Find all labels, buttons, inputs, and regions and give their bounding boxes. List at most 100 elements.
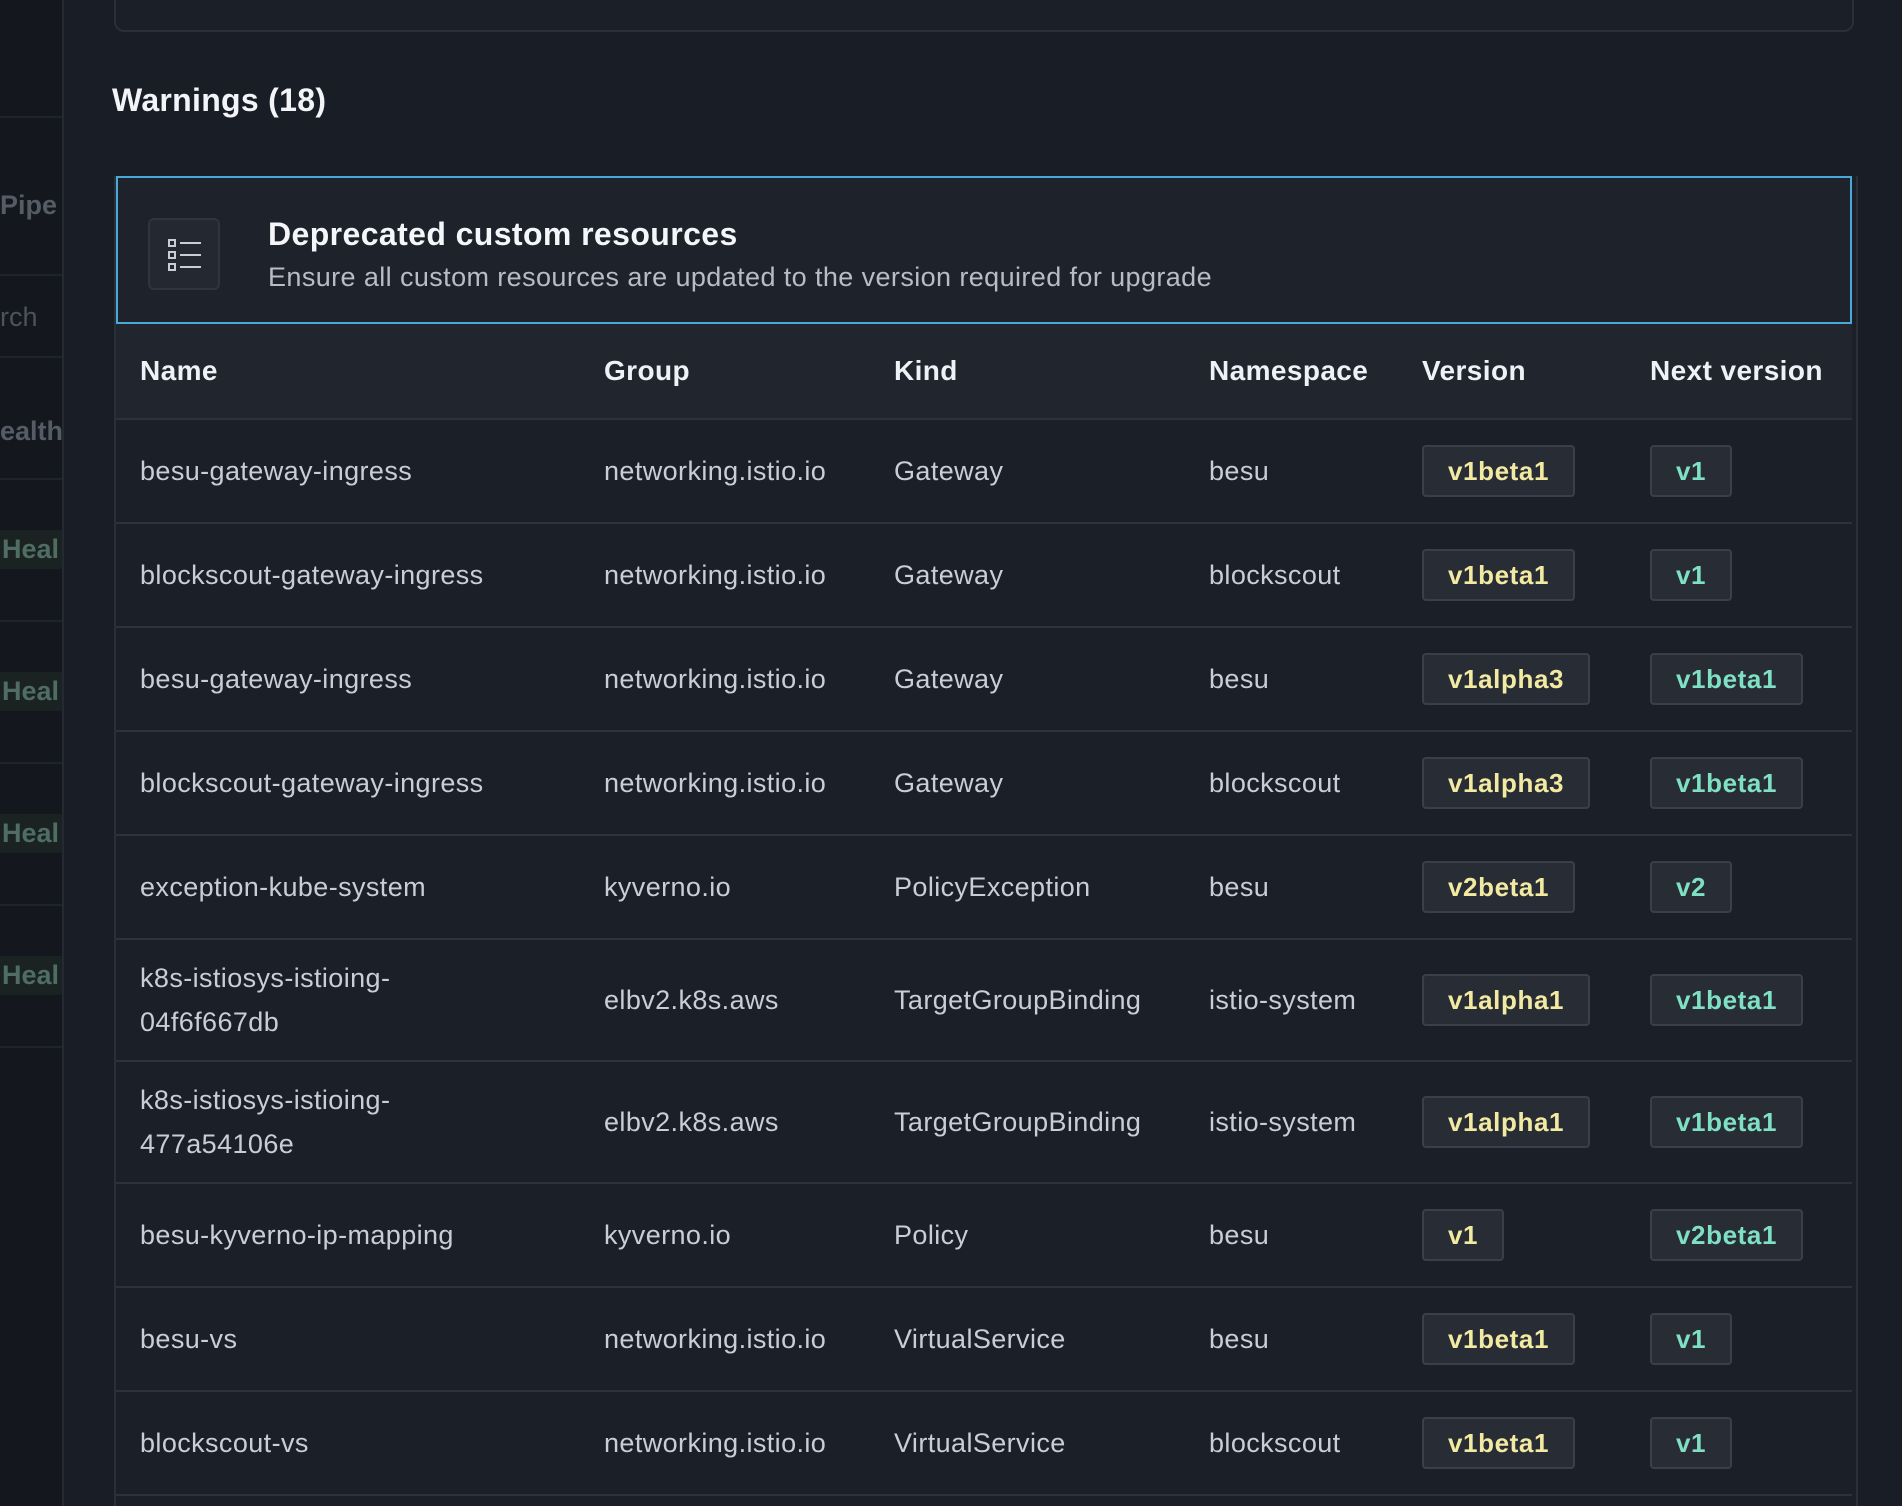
cell-name: k8s-istiosys-istioing- 04f6f667db [116,939,580,1062]
sidebar-item-health[interactable]: ealth [0,416,62,447]
cell-namespace: besu [1185,835,1398,940]
cell-next-version: v1beta1 [1626,627,1852,732]
warnings-title: Warnings (18) [112,82,327,118]
cell-version: v1beta1 [1398,523,1626,628]
version-badge: v1alpha3 [1422,653,1591,705]
page: Pipe rch ealth Heal Heal Heal Heal Warni… [0,0,1902,1506]
column-header-next-version[interactable]: Next version [1626,324,1852,420]
table-row: exception-kube-system kyverno.io PolicyE… [116,835,1852,940]
table-row: besu-gateway-ingress networking.istio.io… [116,419,1852,524]
table-row: k8s-istiosys-istioing- 477a54106e elbv2.k… [116,1061,1852,1184]
cell-namespace: besu [1185,627,1398,732]
sidebar-divider [0,116,62,118]
column-header-kind[interactable]: Kind [870,324,1185,420]
column-header-namespace[interactable]: Namespace [1185,324,1398,420]
cell-namespace: besu [1185,1183,1398,1288]
version-badge: v1alpha1 [1422,974,1591,1026]
cell-name: k8s-istiosys-istioing- 477a54106e [116,1061,580,1184]
cell-version: v1beta1 [1398,1287,1626,1392]
cell-namespace: blockscout [1185,523,1398,628]
cell-next-version: v1 [1626,1287,1852,1392]
cell-version: v1beta1 [1398,419,1626,524]
next-version-badge: v2 [1650,861,1733,913]
version-badge: v1beta1 [1422,1417,1576,1469]
cell-name: blockscout-gateway-ingress [116,523,580,628]
chevron-up-icon[interactable] [1896,246,1902,276]
card-header[interactable]: Deprecated custom resources Ensure all c… [116,176,1852,324]
cell-kind: TargetGroupBinding [870,939,1185,1062]
cell-name-line: 477a54106e [140,1129,295,1159]
version-badge: v1alpha1 [1422,1096,1591,1148]
next-version-badge: v1beta1 [1650,974,1804,1026]
cell-name-line: k8s-istiosys-istioing- [140,963,391,993]
next-version-badge: v1 [1650,1313,1733,1365]
cell-next-version: v2 [1626,835,1852,940]
cell-group: networking.istio.io [580,627,870,732]
version-badge: v1alpha3 [1422,757,1591,809]
column-header-group[interactable]: Group [580,324,870,420]
cell-kind: PolicyException [870,835,1185,940]
cell-namespace: blockscout [1185,1391,1398,1496]
cell-namespace: istio-system [1185,939,1398,1062]
cell-next-version: v1 [1626,1391,1852,1496]
sidebar-health-badge[interactable]: Heal [0,814,62,853]
cell-version: v1alpha3 [1398,627,1626,732]
column-header-version[interactable]: Version [1398,324,1626,420]
next-version-badge: v1beta1 [1650,653,1804,705]
cell-namespace: besu [1185,419,1398,524]
cell-next-version: v1beta1 [1626,731,1852,836]
cell-group: elbv2.k8s.aws [580,1061,870,1184]
sidebar-divider [0,478,62,480]
next-version-badge: v1 [1650,445,1733,497]
table-row: besu-gateway-ingress networking.istio.io… [116,627,1852,732]
cell-kind: VirtualService [870,1287,1185,1392]
card-subtitle: Ensure all custom resources are updated … [268,262,1213,292]
previous-panel [114,0,1854,32]
table-row: blockscout-gateway-ingress networking.is… [116,523,1852,628]
next-version-badge: v1beta1 [1650,757,1804,809]
version-badge: v1beta1 [1422,1313,1576,1365]
cell-version: v2beta1 [1398,835,1626,940]
sidebar-health-badge[interactable]: Heal [0,530,62,569]
next-version-badge: v1 [1650,549,1733,601]
cell-name: besu-gateway-ingress [116,627,580,732]
sidebar-health-badge[interactable]: Heal [0,956,62,995]
sidebar-divider [0,762,62,764]
cell-group: kyverno.io [580,1183,870,1288]
cell-namespace: blockscout [1185,731,1398,836]
column-header-name[interactable]: Name [116,324,580,420]
cell-group: networking.istio.io [580,1287,870,1392]
cell-next-version: v1beta1 [1626,1061,1852,1184]
main-content: Warnings (18) Deprecated custom resource… [64,0,1902,1506]
cell-group: networking.istio.io [580,731,870,836]
cell-kind: TargetGroupBinding [870,1061,1185,1184]
cell-name-line: 04f6f667db [140,1007,280,1037]
cell-version: v1alpha3 [1398,731,1626,836]
cell-namespace: besu [1185,1287,1398,1392]
cell-name: exception-kube-system [116,835,580,940]
list-icon [148,218,220,290]
sidebar-search-input[interactable]: rch [0,302,62,333]
table-row: k8s-istiosys-istioing- 04f6f667db elbv2.k… [116,939,1852,1062]
sidebar-item-pipelines[interactable]: Pipe [0,190,62,221]
cell-kind: Gateway [870,627,1185,732]
sidebar-divider [0,274,62,276]
next-version-badge: v2beta1 [1650,1209,1804,1261]
cell-kind: Gateway [870,523,1185,628]
cell-version: v1 [1398,1183,1626,1288]
cell-group: networking.istio.io [580,1391,870,1496]
cell-kind: Policy [870,1183,1185,1288]
cell-group: kyverno.io [580,835,870,940]
sidebar-divider [0,904,62,906]
cell-version: v1alpha1 [1398,939,1626,1062]
table-row: besu-kyverno-ip-mapping kyverno.io Polic… [116,1183,1852,1288]
sidebar-divider [0,1046,62,1048]
cell-group: networking.istio.io [580,523,870,628]
cell-name-line: k8s-istiosys-istioing- [140,1085,391,1115]
cell-name: blockscout-gateway-ingress [116,731,580,836]
table-row: blockscout-gateway-ingress networking.is… [116,731,1852,836]
cell-next-version: v1 [1626,419,1852,524]
table-header-row: Name Group Kind Namespace Version Next v… [116,324,1852,420]
sidebar: Pipe rch ealth Heal Heal Heal Heal [0,0,64,1506]
sidebar-health-badge[interactable]: Heal [0,672,62,711]
